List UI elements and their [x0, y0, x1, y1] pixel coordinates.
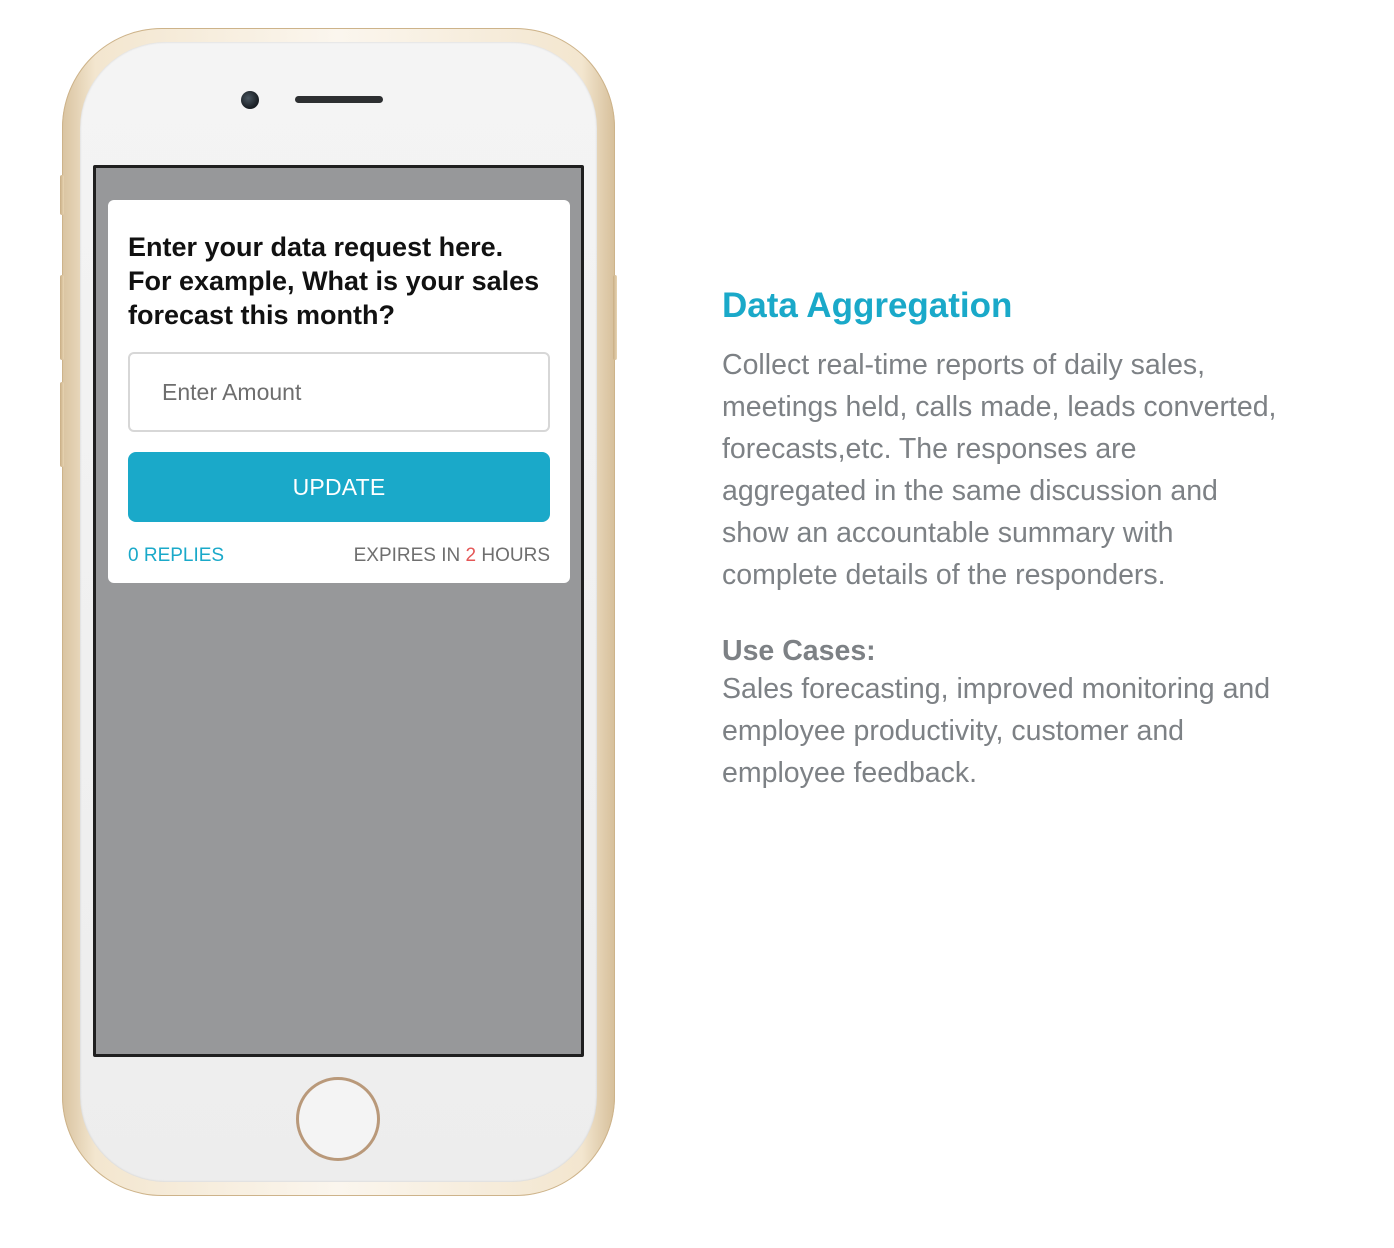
mute-switch [60, 175, 64, 215]
power-button [613, 275, 617, 360]
feature-description: Data Aggregation Collect real-time repor… [722, 282, 1342, 794]
earpiece-speaker-icon [295, 96, 383, 103]
data-request-card: Enter your data request here. For exampl… [108, 200, 570, 583]
feature-body: Collect real-time reports of daily sales… [722, 349, 1277, 591]
feature-title: Data Aggregation [722, 286, 1013, 325]
home-button-icon[interactable] [296, 1077, 380, 1161]
expires-suffix: HOURS [476, 545, 550, 566]
volume-up-button [60, 275, 64, 360]
expires-label: EXPIRES IN 2 HOURS [354, 545, 550, 567]
volume-down-button [60, 382, 64, 467]
amount-input[interactable] [128, 352, 550, 432]
data-request-question: Enter your data request here. For exampl… [128, 232, 540, 330]
expires-hours-value: 2 [465, 545, 477, 566]
expires-prefix: EXPIRES IN [353, 545, 466, 566]
replies-link[interactable]: 0 REPLIES [128, 545, 224, 567]
use-cases-heading: Use Cases: [722, 635, 876, 667]
update-button[interactable]: UPDATE [128, 452, 550, 522]
front-camera-icon [241, 91, 259, 109]
use-cases-text: Sales forecasting, improved monitoring a… [722, 673, 1271, 789]
